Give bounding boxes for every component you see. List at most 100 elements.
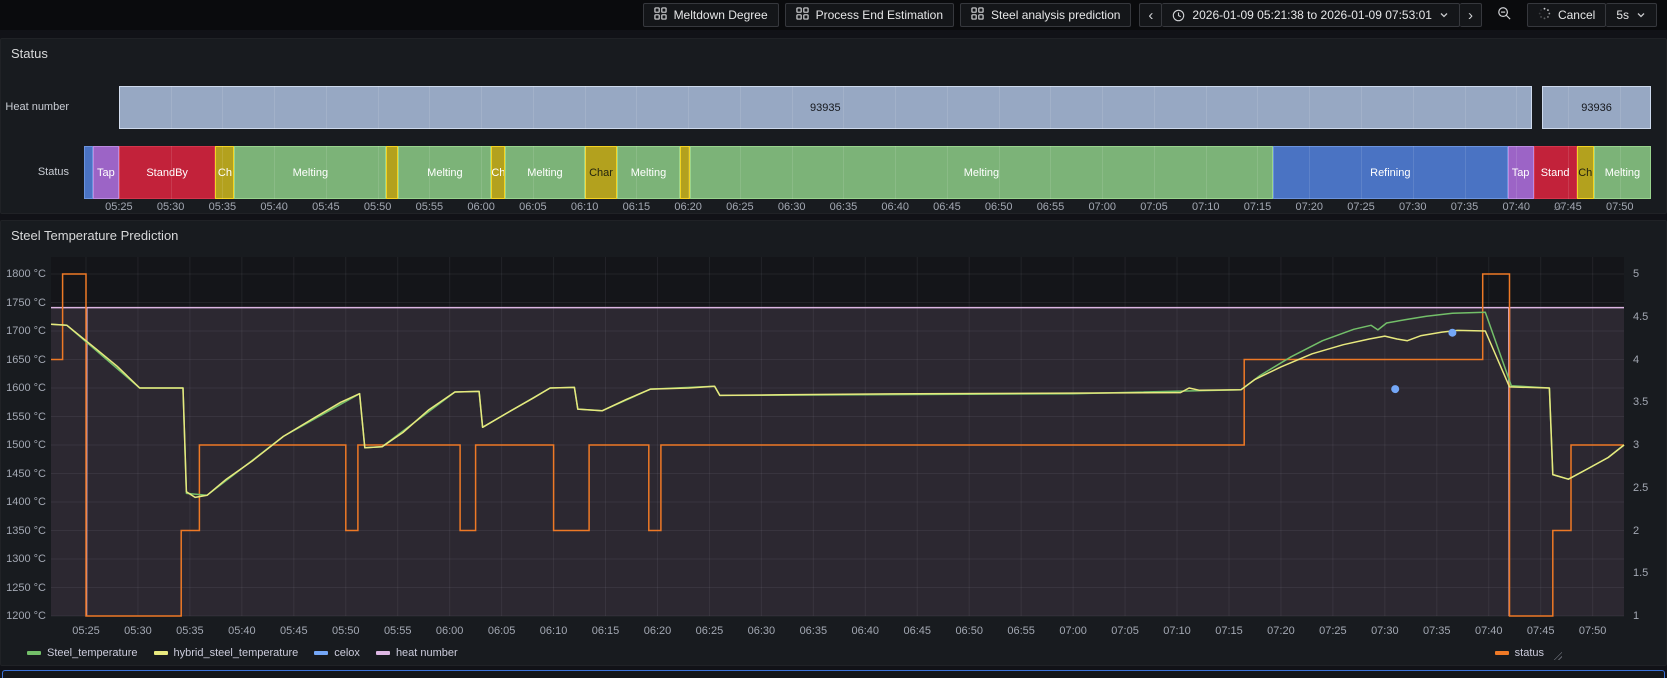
x-axis-tick-label: 07:20 bbox=[1295, 201, 1323, 213]
x-axis-tick-label: 06:20 bbox=[643, 625, 672, 637]
status-segment-tap: Tap bbox=[1507, 146, 1534, 199]
status-segment-charging: Ch bbox=[491, 146, 506, 199]
x-axis-tick-label: 07:35 bbox=[1450, 201, 1479, 213]
legend-item-celox[interactable]: celox bbox=[314, 647, 360, 659]
apps-grid-icon bbox=[971, 7, 984, 23]
y-axis-right-tick-label: 3 bbox=[1633, 439, 1640, 451]
status-segment-refining: Refining bbox=[1273, 146, 1508, 199]
x-axis-tick-label: 06:10 bbox=[539, 625, 568, 637]
x-axis-tick-label: 05:50 bbox=[331, 625, 360, 637]
legend-item-hybrid_steel_temperature[interactable]: hybrid_steel_temperature bbox=[153, 647, 299, 659]
status-segment-label: Refining bbox=[1370, 166, 1411, 179]
dashboard-link-label: Steel analysis prediction bbox=[991, 8, 1121, 22]
status-segment-melting: Melting bbox=[689, 146, 1273, 199]
y-axis-left-tick-label: 1350 °C bbox=[6, 524, 46, 537]
heat-number-timeline[interactable]: 93935 93936 bbox=[84, 86, 1651, 129]
status-segment-standby: StandBy bbox=[118, 146, 216, 199]
x-axis-tick-label: 05:35 bbox=[176, 625, 204, 637]
status-segment-label: Ch bbox=[217, 166, 232, 179]
grafana-dashboard: Meltdown Degree Process End Estimation Ste… bbox=[0, 0, 1667, 678]
y-axis-left-tick-label: 1200 °C bbox=[6, 610, 46, 622]
heat-number-value: 93936 bbox=[1581, 101, 1612, 114]
y-axis-right-tick-label: 2 bbox=[1633, 524, 1640, 537]
legend-item-steel_temperature[interactable]: Steel_temperature bbox=[27, 647, 138, 659]
dashboard-link-meltdown-degree[interactable]: Meltdown Degree bbox=[642, 3, 779, 27]
x-axis-tick-label: 06:15 bbox=[591, 625, 620, 637]
x-axis-tick-label: 07:25 bbox=[1347, 201, 1375, 213]
refresh-interval-dropdown[interactable]: 5s bbox=[1606, 3, 1657, 27]
cancel-refresh-button[interactable]: Cancel bbox=[1526, 3, 1607, 27]
x-axis-tick-label: 05:25 bbox=[72, 625, 100, 637]
y-axis-right-tick-label: 4.5 bbox=[1633, 310, 1649, 323]
x-axis-tick-label: 06:25 bbox=[726, 201, 754, 213]
legend-item-heat-number[interactable]: heat number bbox=[375, 647, 458, 659]
legend-swatch-icon bbox=[375, 651, 390, 655]
x-axis-tick-label: 06:50 bbox=[984, 201, 1013, 213]
x-axis-tick-label: 07:50 bbox=[1606, 201, 1634, 213]
temperature-chart-canvas[interactable] bbox=[1, 221, 1667, 667]
x-axis-tick-label: 05:30 bbox=[156, 201, 185, 213]
x-axis-tick-label: 07:10 bbox=[1191, 201, 1220, 213]
x-axis-tick-label: 05:50 bbox=[363, 201, 392, 213]
top-toolbar: Meltdown Degree Process End Estimation Ste… bbox=[0, 0, 1667, 30]
x-axis-tick-label: 06:00 bbox=[467, 201, 495, 213]
x-axis-tick-label: 06:15 bbox=[622, 201, 651, 213]
x-axis-tick-label: 05:55 bbox=[383, 625, 412, 637]
y-axis-left-tick-label: 1450 °C bbox=[6, 467, 46, 480]
y-axis-left-tick-label: 1250 °C bbox=[6, 581, 46, 594]
apps-grid-icon bbox=[653, 7, 667, 23]
status-panel: Status Heat number Status 93935 93936 Tap… bbox=[0, 38, 1667, 214]
x-axis-tick-label: 06:40 bbox=[851, 625, 880, 637]
y-axis-left: 1800 °C 1750 °C 1700 °C 1650 °C 1600 °C 1550 … bbox=[1, 221, 46, 667]
status-segment-melting: Melting bbox=[1593, 146, 1651, 199]
dashboard-link-label: Meltdown Degree bbox=[673, 8, 768, 22]
dashboard-link-steel-analysis-prediction[interactable]: Steel analysis prediction bbox=[960, 3, 1132, 27]
celox-data-point bbox=[1448, 328, 1457, 337]
clock-icon bbox=[1172, 9, 1185, 22]
heat-number-row-label: Heat number bbox=[5, 101, 69, 113]
status-segment-label: Char bbox=[589, 166, 613, 179]
x-axis-tick-label: 06:55 bbox=[1036, 201, 1065, 213]
x-axis-tick-label: 07:15 bbox=[1243, 201, 1272, 213]
x-axis-tick-label: 07:00 bbox=[1088, 201, 1116, 213]
x-axis-tick-label: 05:25 bbox=[105, 201, 133, 213]
x-axis-tick-label: 06:50 bbox=[955, 625, 983, 637]
time-range-picker-button[interactable]: 2026-01-09 05:21:38 to 2026-01-09 07:53:… bbox=[1162, 3, 1460, 27]
legend-item-status[interactable]: status bbox=[1494, 647, 1544, 659]
x-axis-tick-label: 05:55 bbox=[415, 201, 444, 213]
status-segment-melting: Melting bbox=[398, 146, 492, 199]
dashboard-link-process-end-estimation[interactable]: Process End Estimation bbox=[784, 3, 955, 27]
time-range-forward-button[interactable]: › bbox=[1459, 3, 1482, 27]
cancel-label: Cancel bbox=[1557, 8, 1596, 22]
y-axis-left-tick-label: 1300 °C bbox=[6, 553, 46, 565]
legend-label: hybrid_steel_temperature bbox=[173, 647, 299, 659]
heat-number-area-fill bbox=[51, 307, 1624, 616]
status-row-label: Status bbox=[37, 166, 69, 178]
refresh-group: Cancel 5s bbox=[1526, 3, 1657, 27]
x-axis-tick-label: 07:15 bbox=[1215, 625, 1243, 637]
zoom-out-button[interactable] bbox=[1490, 3, 1519, 27]
x-axis-tick-label: 07:40 bbox=[1502, 201, 1531, 213]
x-axis-tick-label: 07:10 bbox=[1163, 625, 1191, 637]
heat-number-value: 93935 bbox=[810, 101, 841, 114]
y-axis-right-tick-label: 4 bbox=[1633, 353, 1640, 366]
y-axis-right-tick-label: 2.5 bbox=[1633, 481, 1649, 494]
x-axis-tick-label: 05:40 bbox=[260, 201, 288, 213]
dashboard-link-label: Process End Estimation bbox=[815, 8, 944, 22]
status-segment-charging: Ch bbox=[215, 146, 235, 199]
status-segment-charging bbox=[679, 146, 690, 199]
legend-left: Steel_temperature hybrid_steel_temperatur… bbox=[27, 647, 458, 659]
x-axis-tick-label: 05:45 bbox=[280, 625, 308, 637]
status-timeline[interactable]: Tap StandBy Ch Melting Melting Ch Melting Char M… bbox=[84, 146, 1651, 199]
time-range-back-button[interactable]: ‹ bbox=[1139, 3, 1163, 27]
chevron-down-icon bbox=[1636, 10, 1646, 20]
x-axis-tick-label: 06:05 bbox=[519, 201, 547, 213]
x-axis-tick-label: 07:25 bbox=[1319, 625, 1347, 637]
x-axis-tick-label: 07:35 bbox=[1423, 625, 1451, 637]
status-segment-melting: Melting bbox=[505, 146, 585, 199]
next-panel-edge[interactable] bbox=[2, 670, 1665, 678]
zoom-out-icon bbox=[1497, 6, 1512, 24]
legend-label: heat number bbox=[395, 647, 458, 659]
x-axis-tick-label: 06:25 bbox=[695, 625, 724, 637]
x-axis-tick-label: 05:35 bbox=[208, 201, 237, 213]
